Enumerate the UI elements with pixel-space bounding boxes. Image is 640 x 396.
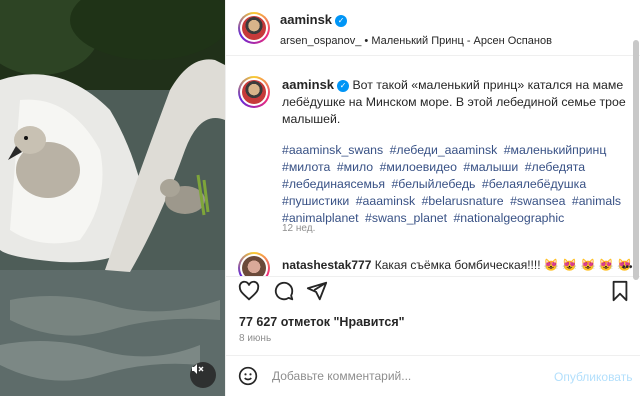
share-send-icon[interactable] (306, 280, 328, 305)
save-bookmark-icon[interactable] (610, 280, 630, 305)
swan-video-frame (0, 0, 225, 396)
comments-scroll-area[interactable]: aaminsk ✓ Вот такой «маленький принц» кат… (226, 56, 640, 276)
caption-timestamp: 12 нед. (282, 223, 316, 234)
commenter-avatar[interactable] (238, 252, 270, 276)
caption-username[interactable]: aaminsk (282, 77, 334, 92)
hashtag-link[interactable]: #пушистики (282, 194, 349, 208)
post-media[interactable] (0, 0, 225, 396)
hashtag-link[interactable]: #swansea (510, 194, 565, 208)
verified-badge-icon: ✓ (335, 14, 348, 27)
author-username[interactable]: aaminsk (280, 12, 332, 27)
hashtag-link[interactable]: #малыши (463, 160, 518, 174)
comment-item: natashestak777 Какая съёмка бомбическая!… (282, 258, 632, 272)
hashtag-link[interactable]: #лебеди_aaaminsk (390, 143, 498, 157)
hashtag-link[interactable]: #animals (572, 194, 621, 208)
post-side-panel: aaminsk ✓ arsen_ospanov_ • Маленький Прин… (225, 0, 640, 396)
audio-username[interactable]: arsen_ospanov_ (280, 35, 361, 47)
hashtag-link[interactable]: #swans_planet (365, 211, 447, 225)
caption-text-block: aaminsk ✓ Вот такой «маленький принц» кат… (282, 76, 627, 128)
hashtag-link[interactable]: #лебединаясемья (282, 177, 385, 191)
audio-line: arsen_ospanov_ • Маленький Принц - Арсен… (280, 35, 552, 47)
emoji-icon[interactable] (238, 366, 258, 389)
comment-bubble-icon[interactable] (273, 280, 295, 305)
hashtag-link[interactable]: #belarusnature (422, 194, 504, 208)
commenter-username[interactable]: natashestak777 (282, 258, 371, 272)
post-header: aaminsk ✓ arsen_ospanov_ • Маленький Прин… (226, 0, 640, 56)
publish-button[interactable]: Опубликовать (554, 370, 632, 384)
hashtag-link[interactable]: #nationalgeographic (453, 211, 564, 225)
hashtag-link[interactable]: #мило (337, 160, 373, 174)
hashtag-link[interactable]: #милота (282, 160, 330, 174)
hashtag-link[interactable]: #лебедята (525, 160, 585, 174)
hashtag-link[interactable]: #белаялебёдушка (482, 177, 586, 191)
scrollbar-thumb[interactable] (633, 40, 639, 280)
comment-bar: Опубликовать (226, 355, 640, 396)
hashtag-list: #aaaminsk_swans #лебеди_aaaminsk #малень… (282, 142, 627, 227)
caption-author-avatar[interactable] (238, 76, 270, 108)
post-date: 8 июнь (239, 333, 272, 344)
hashtag-link[interactable]: #aaaminsk (356, 194, 415, 208)
comment-more-icon[interactable]: ••• (622, 262, 633, 273)
hashtag-link[interactable]: #aaaminsk_swans (282, 143, 383, 157)
hashtag-link[interactable]: #милоевидео (380, 160, 457, 174)
audio-track-link[interactable]: Маленький Принц - Арсен Оспанов (371, 35, 552, 47)
verified-badge-icon: ✓ (337, 79, 350, 92)
speaker-muted-icon (192, 364, 204, 374)
post-actions (226, 276, 640, 306)
like-count[interactable]: 77 627 отметок "Нравится" (239, 315, 405, 329)
comment-emoji: 😻 😻 😻 😻 😻 (543, 258, 632, 272)
like-heart-icon[interactable] (238, 280, 260, 305)
author-avatar[interactable] (238, 12, 270, 44)
hashtag-link[interactable]: #белыйлебедь (391, 177, 475, 191)
hashtag-link[interactable]: #маленькийпринц (504, 143, 607, 157)
comment-text: Какая съёмка бомбическая!!!! (374, 258, 541, 272)
author-name-row: aaminsk ✓ (280, 12, 348, 27)
mute-button[interactable] (190, 362, 216, 388)
comment-input[interactable] (272, 369, 542, 383)
audio-separator: • (364, 35, 369, 47)
